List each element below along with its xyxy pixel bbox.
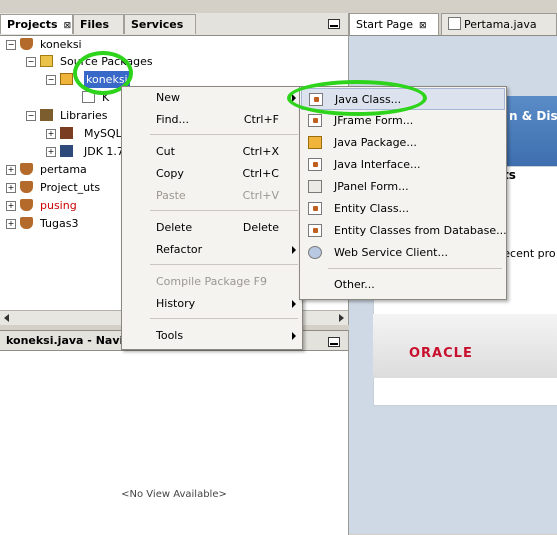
library-jar-icon (60, 127, 73, 139)
tab-close-icon[interactable]: ⊠ (419, 21, 427, 31)
source-packages-icon (40, 55, 53, 67)
web-service-icon (308, 246, 322, 259)
project-warning-icon (20, 199, 33, 211)
projects-tabbar: Projects ⊠ Files Services (0, 13, 348, 36)
menu-item-delete[interactable]: Delete Delete (123, 217, 301, 239)
minimize-icon[interactable] (328, 19, 340, 29)
menu-item-new[interactable]: New (123, 87, 301, 109)
submenu-arrow-icon (292, 246, 296, 254)
tab-close-icon[interactable]: ⊠ (64, 21, 72, 31)
menu-separator (328, 268, 502, 269)
no-view-text: <No View Available> (121, 489, 227, 500)
entity-class-icon (308, 202, 322, 215)
tree-label: JDK 1.7 (84, 145, 124, 158)
tab-label: Start Page (356, 18, 413, 31)
menu-separator (150, 210, 298, 211)
expand-icon[interactable]: + (6, 183, 16, 193)
menu-separator (150, 264, 298, 265)
navigator-panel: koneksi.java - Naviga <No View Available… (0, 330, 349, 535)
tree-label: pusing (40, 199, 77, 212)
tab-projects[interactable]: Projects ⊠ (0, 14, 73, 34)
project-icon (20, 181, 33, 193)
libraries-icon (40, 109, 53, 121)
tab-services-label: Services (131, 18, 184, 31)
tab-files-label: Files (80, 18, 110, 31)
collapse-icon[interactable]: − (26, 111, 36, 121)
scroll-right-icon[interactable] (339, 314, 344, 322)
tab-label: Pertama.java (464, 18, 537, 31)
minimize-icon[interactable] (328, 337, 340, 347)
editor-tabbar: Start Page ⊠ Pertama.java (349, 13, 557, 36)
jpanel-form-icon (308, 180, 322, 193)
tab-pertama-java[interactable]: Pertama.java (441, 13, 557, 35)
project-icon (20, 163, 33, 175)
project-icon (20, 217, 33, 229)
menu-item-entity-class[interactable]: Entity Class... (301, 198, 505, 220)
scroll-left-icon[interactable] (4, 314, 9, 322)
menu-item-compile-package: Compile Package F9 (156, 275, 267, 288)
expand-icon[interactable]: + (6, 219, 16, 229)
menu-item-refactor[interactable]: Refactor (123, 239, 301, 261)
new-submenu: Java Class... JFrame Form... Java Packag… (299, 86, 507, 300)
submenu-arrow-icon (292, 332, 296, 340)
menu-item-find[interactable]: Find... Ctrl+F (123, 109, 301, 131)
menu-item-tools[interactable]: Tools (123, 325, 301, 347)
recent-projects-text: recent pro (499, 247, 556, 260)
collapse-icon[interactable]: − (46, 75, 56, 85)
menu-separator (150, 134, 298, 135)
project-icon (20, 38, 33, 50)
expand-icon[interactable]: + (46, 147, 56, 157)
menu-item-paste: Paste Ctrl+V (156, 189, 279, 202)
entity-db-icon (308, 224, 322, 237)
menu-item-web-service-client[interactable]: Web Service Client... (301, 242, 505, 264)
package-icon (60, 73, 73, 85)
context-menu: New Find... Ctrl+F Cut Ctrl+X Copy Ctrl+… (121, 86, 303, 350)
banner-text: n & Disc (509, 109, 557, 123)
tree-label: MySQL (84, 127, 122, 140)
tree-label: koneksi (40, 38, 82, 51)
expand-icon[interactable]: + (46, 129, 56, 139)
menu-item-other[interactable]: Other... (301, 274, 505, 296)
menu-separator (150, 318, 298, 319)
tree-label: Libraries (60, 109, 108, 122)
tree-label: pertama (40, 163, 87, 176)
jframe-form-icon (308, 114, 322, 127)
menu-item-copy[interactable]: Copy Ctrl+C (123, 163, 301, 185)
jdk-icon (60, 145, 73, 157)
menu-item-cut[interactable]: Cut Ctrl+X (123, 141, 301, 163)
tab-projects-label: Projects (7, 18, 58, 31)
tab-services[interactable]: Services (124, 14, 196, 34)
collapse-icon[interactable]: − (6, 40, 16, 50)
collapse-icon[interactable]: − (26, 57, 36, 67)
oracle-logo: ORACLE (409, 346, 473, 361)
menu-item-history[interactable]: History (123, 293, 301, 315)
submenu-arrow-icon (292, 300, 296, 308)
menu-item-entity-classes-db[interactable]: Entity Classes from Database... (301, 220, 507, 242)
menu-item-java-interface[interactable]: Java Interface... (301, 154, 505, 176)
highlight-circle (287, 80, 427, 116)
menu-item-java-package[interactable]: Java Package... (301, 132, 505, 154)
tree-label: Project_uts (40, 181, 101, 194)
tab-files[interactable]: Files (73, 14, 124, 34)
tree-label: Tugas3 (40, 217, 79, 230)
java-interface-icon (308, 158, 322, 171)
menu-item-jpanel-form[interactable]: JPanel Form... (301, 176, 505, 198)
tab-start-page[interactable]: Start Page ⊠ (349, 13, 439, 35)
expand-icon[interactable]: + (6, 201, 16, 211)
expand-icon[interactable]: + (6, 165, 16, 175)
java-file-icon (448, 17, 461, 30)
java-package-icon (308, 136, 322, 149)
